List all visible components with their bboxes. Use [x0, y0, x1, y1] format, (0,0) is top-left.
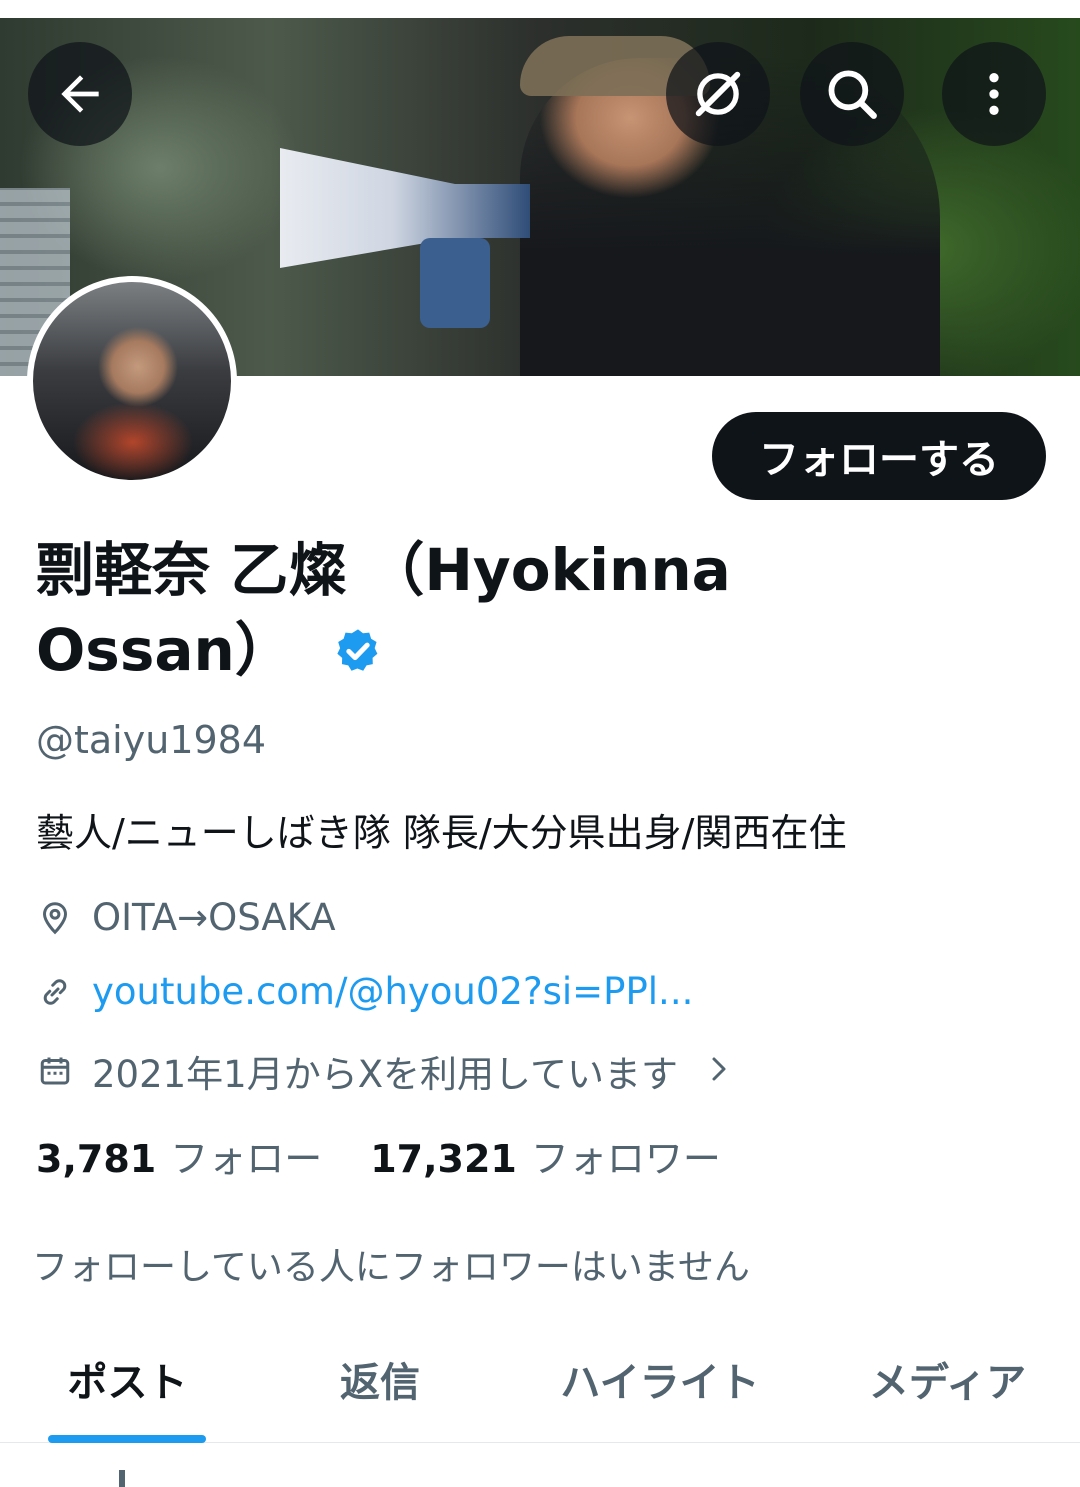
website-link[interactable]: youtube.com/@hyou02?si=PPl... — [92, 970, 693, 1013]
follow-stats: 3,781 フォロー 17,321 フォロワー — [36, 1128, 721, 1183]
more-vertical-icon — [966, 66, 1022, 122]
location-text: OITA→OSAKA — [92, 896, 336, 939]
tab-media-label: メディア — [868, 1360, 1027, 1406]
user-handle: @taiyu1984 — [36, 718, 267, 762]
calendar-icon — [36, 1052, 74, 1090]
location-row: OITA→OSAKA — [36, 896, 336, 939]
pinned-post-indicator — [110, 1470, 310, 1487]
profile-tabs: ポスト 返信 ハイライト メディア — [0, 1315, 1080, 1443]
joined-row[interactable]: 2021年1月からXを利用しています — [36, 1044, 734, 1098]
following-count: 3,781 — [36, 1137, 157, 1181]
follow-button[interactable]: フォローする — [712, 412, 1046, 500]
avatar[interactable] — [27, 276, 237, 486]
tab-posts-label: ポスト — [67, 1360, 188, 1406]
tab-posts[interactable]: ポスト — [0, 1315, 255, 1443]
active-tab-indicator — [48, 1435, 206, 1443]
more-button[interactable] — [942, 42, 1046, 146]
grok-button[interactable] — [666, 42, 770, 146]
followers-count: 17,321 — [370, 1137, 517, 1181]
chevron-right-icon — [704, 1050, 734, 1093]
arrow-left-icon — [52, 66, 108, 122]
profile-bio: 藝人/ニューしばき隊 隊長/大分県出身/関西在住 — [36, 811, 847, 855]
followers-stat[interactable]: 17,321 フォロワー — [370, 1128, 721, 1183]
link-icon — [36, 973, 74, 1011]
following-label: フォロー — [170, 1137, 323, 1181]
grok-icon — [689, 65, 747, 123]
followers-label: フォロワー — [530, 1137, 721, 1181]
profile-page: フォローする 剽軽奈 乙燦 （Hyokinna Ossan） @taiyu198… — [0, 0, 1080, 1487]
search-button[interactable] — [800, 42, 904, 146]
display-name-block: 剽軽奈 乙燦 （Hyokinna Ossan） — [36, 530, 796, 696]
banner-megaphone-handle — [420, 238, 490, 328]
joined-text: 2021年1月からXを利用しています — [92, 1053, 678, 1096]
location-pin-icon — [36, 899, 74, 937]
tab-highlights-label: ハイライト — [560, 1360, 760, 1406]
mutual-followers-text: フォローしている人にフォロワーはいません — [32, 1247, 750, 1288]
verified-badge-icon[interactable] — [333, 616, 383, 696]
display-name: 剽軽奈 乙燦 （Hyokinna Ossan） — [36, 536, 731, 684]
search-icon — [823, 65, 881, 123]
tab-highlights[interactable]: ハイライト — [505, 1315, 815, 1443]
back-button[interactable] — [28, 42, 132, 146]
tab-media[interactable]: メディア — [815, 1315, 1080, 1443]
banner-megaphone — [280, 148, 530, 268]
tab-replies[interactable]: 返信 — [255, 1315, 505, 1443]
following-stat[interactable]: 3,781 フォロー — [36, 1128, 322, 1183]
website-row: youtube.com/@hyou02?si=PPl... — [36, 970, 693, 1013]
tab-replies-label: 返信 — [340, 1360, 420, 1406]
